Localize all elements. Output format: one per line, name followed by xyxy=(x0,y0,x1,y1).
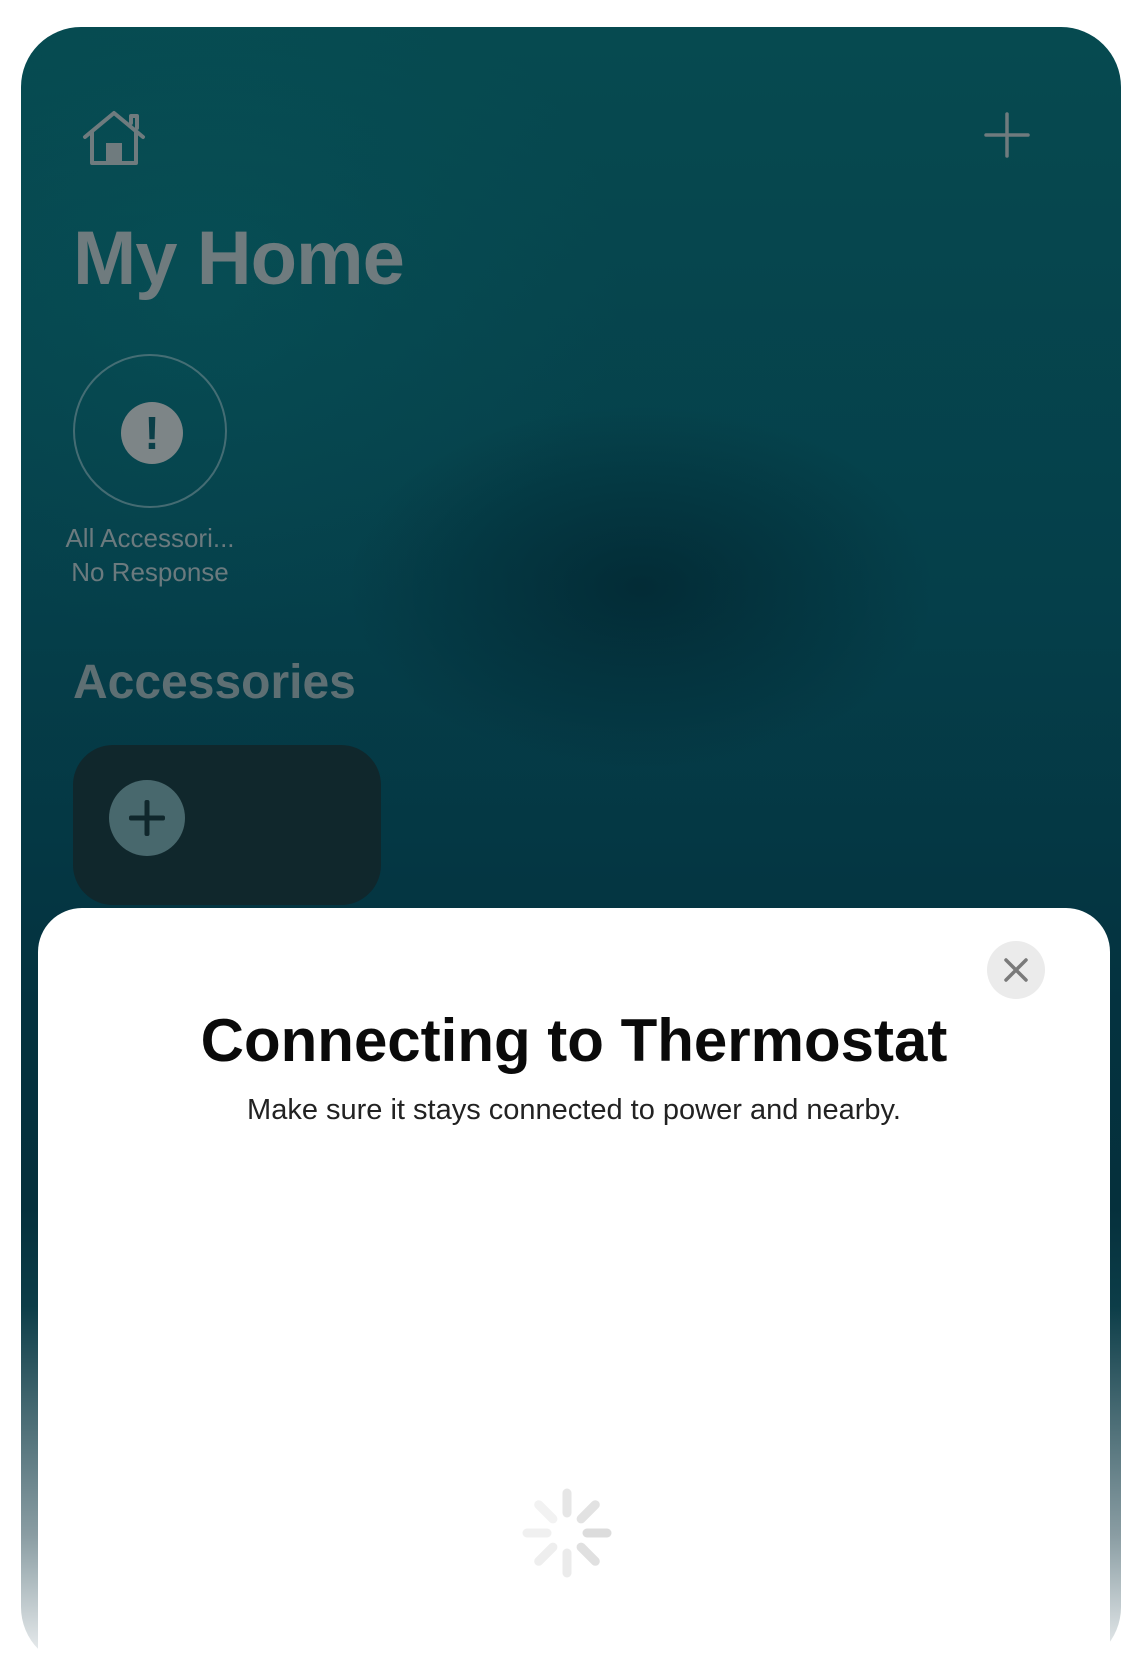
exclamation-circle-icon: ! xyxy=(121,402,183,464)
sheet-subtitle: Make sure it stays connected to power an… xyxy=(247,1094,901,1126)
page-title: My Home xyxy=(73,216,405,301)
status-line-title: All Accessori... xyxy=(65,523,235,553)
plus-circle-icon xyxy=(109,780,185,856)
house-icon[interactable] xyxy=(79,107,149,169)
status-line-detail: No Response xyxy=(71,557,229,587)
accessories-heading: Accessories xyxy=(73,656,356,709)
add-accessory-tile[interactable] xyxy=(73,745,381,905)
close-icon xyxy=(1004,958,1028,982)
sheet-title: Connecting to Thermostat xyxy=(200,1007,948,1074)
status-label: All Accessori... No Response xyxy=(41,521,259,589)
close-button[interactable] xyxy=(987,941,1045,999)
status-all-accessories[interactable]: ! xyxy=(73,354,227,508)
plus-icon xyxy=(984,112,1030,158)
spinner-icon xyxy=(519,1485,615,1581)
connecting-sheet: Connecting to Thermostat Make sure it st… xyxy=(38,908,1110,1668)
add-accessory-button[interactable] xyxy=(983,111,1031,159)
